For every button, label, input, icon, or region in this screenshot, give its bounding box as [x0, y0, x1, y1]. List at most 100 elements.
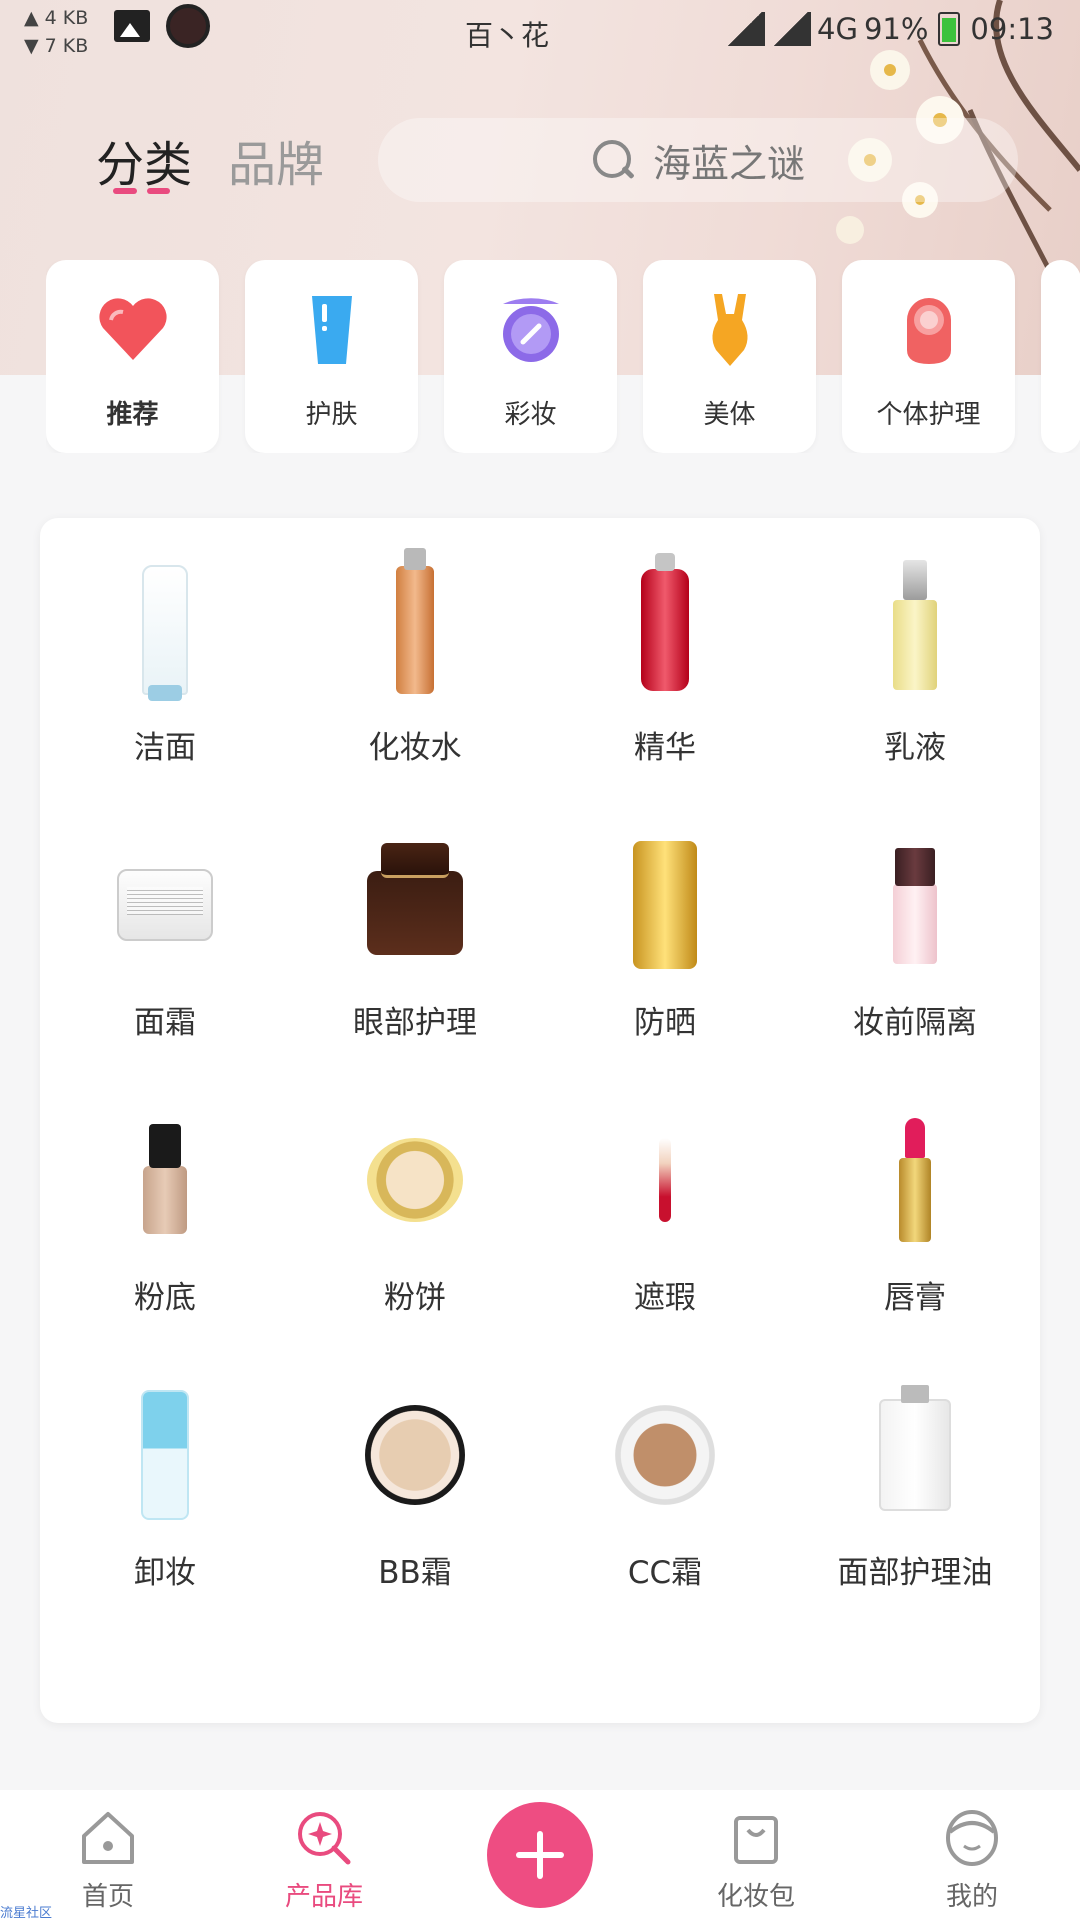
clock: 09:13: [970, 12, 1054, 46]
product-label: 唇膏: [884, 1280, 946, 1316]
watermark: 流星社区: [0, 1906, 53, 1920]
category-label: 彩妆: [504, 400, 557, 430]
category-recommend[interactable]: 推荐: [46, 260, 219, 453]
category-skincare[interactable]: 护肤: [245, 260, 418, 453]
product-grid: 洁面 化妆水 精华 乳液 面霜 眼部护理 防晒 妆前隔离 粉底 粉饼 遮瑕 唇膏…: [40, 518, 1040, 1648]
signal-icon: [725, 12, 766, 46]
product-cc-cream[interactable]: CC霜: [540, 1373, 790, 1648]
home-icon: [82, 1812, 134, 1864]
tube-icon: [292, 290, 372, 370]
product-label: 眼部护理: [353, 1005, 477, 1041]
battery-icon: [938, 12, 961, 46]
makeup-bag-icon: [734, 1816, 778, 1864]
product-library-icon: [298, 1812, 351, 1865]
product-image: [590, 1385, 740, 1525]
product-label: 遮瑕: [634, 1280, 696, 1316]
product-label: 粉底: [134, 1280, 196, 1316]
product-label: 防晒: [634, 1005, 696, 1041]
product-primer[interactable]: 妆前隔离: [790, 823, 1040, 1098]
product-image: [840, 1110, 990, 1250]
product-label: CC霜: [627, 1555, 703, 1591]
product-facial-oil[interactable]: 面部护理油: [790, 1373, 1040, 1648]
profile-icon: [946, 1810, 998, 1866]
category-label: 护肤: [305, 400, 358, 430]
product-image: [340, 1385, 490, 1525]
product-makeup-remover[interactable]: 卸妆: [40, 1373, 290, 1648]
compact-icon: [491, 290, 571, 370]
tab-brand[interactable]: 品牌: [228, 125, 324, 195]
product-grid-card: 洁面 化妆水 精华 乳液 面霜 眼部护理 防晒 妆前隔离 粉底 粉饼 遮瑕 唇膏…: [40, 518, 1040, 1723]
category-personal-care[interactable]: 个体护理: [842, 260, 1015, 453]
category-row: 推荐 护肤 彩妆 美体 个体护理: [46, 260, 1080, 453]
product-image: [340, 548, 490, 700]
product-cleanser[interactable]: 洁面: [40, 548, 290, 823]
product-cream[interactable]: 面霜: [40, 823, 290, 1098]
status-bar: ▲ 4 KB ▼ 7 KB 百丶花 4G 91% 09:13: [0, 0, 1080, 64]
product-pressed-powder[interactable]: 粉饼: [290, 1098, 540, 1373]
product-label: 面霜: [134, 1005, 196, 1041]
product-image: [840, 560, 990, 700]
product-image: [90, 835, 240, 975]
app-notification-icon: [166, 4, 210, 48]
product-image: [590, 835, 740, 975]
status-title: 百丶花: [465, 19, 550, 52]
product-lotion[interactable]: 乳液: [790, 548, 1040, 823]
product-image: [90, 1385, 240, 1525]
tab-category[interactable]: 分类: [96, 125, 192, 195]
signal-icon-2: [771, 12, 812, 46]
product-label: 精华: [634, 730, 696, 766]
body-icon: [690, 290, 770, 370]
heart-icon: [93, 290, 173, 370]
search-icon: [591, 138, 635, 182]
product-image: [840, 835, 990, 975]
status-right: 4G 91% 09:13: [725, 12, 1054, 46]
product-label: 洁面: [134, 730, 196, 766]
product-image: [590, 553, 740, 700]
notification-icons: [114, 4, 210, 48]
product-label: 妆前隔离: [853, 1005, 977, 1041]
product-foundation[interactable]: 粉底: [40, 1098, 290, 1373]
product-image: [590, 1110, 740, 1250]
category-label: 推荐: [106, 400, 159, 430]
category-body[interactable]: 美体: [643, 260, 816, 453]
category-makeup[interactable]: 彩妆: [444, 260, 617, 453]
product-image: [840, 1385, 990, 1525]
add-button[interactable]: [487, 1802, 593, 1908]
product-eye-care[interactable]: 眼部护理: [290, 823, 540, 1098]
product-sunscreen[interactable]: 防晒: [540, 823, 790, 1098]
nav-label: 首页: [81, 1882, 134, 1912]
personal-care-icon: [889, 290, 969, 370]
search-placeholder: 海蓝之谜: [652, 141, 805, 186]
upload-speed: ▲ 4 KB: [24, 7, 89, 29]
download-speed: ▼ 7 KB: [24, 35, 89, 57]
nav-label: 我的: [945, 1882, 998, 1912]
product-lipstick[interactable]: 唇膏: [790, 1098, 1040, 1373]
network-speed: ▲ 4 KB ▼ 7 KB: [24, 4, 88, 60]
nav-home[interactable]: 首页: [0, 1790, 216, 1913]
product-label: 乳液: [884, 730, 946, 766]
active-tab-indicator: [113, 188, 170, 194]
nav-bag[interactable]: 化妆包: [648, 1790, 864, 1913]
nav-label: 产品库: [284, 1882, 363, 1912]
nav-library[interactable]: 产品库: [216, 1790, 432, 1913]
product-label: 面部护理油: [837, 1555, 993, 1591]
product-concealer[interactable]: 遮瑕: [540, 1098, 790, 1373]
product-bb-cream[interactable]: BB霜: [290, 1373, 540, 1648]
product-image: [90, 560, 240, 701]
product-serum[interactable]: 精华: [540, 548, 790, 823]
product-image: [340, 1110, 490, 1250]
product-image: [340, 835, 490, 975]
product-image: [90, 1110, 240, 1250]
product-label: 粉饼: [384, 1280, 446, 1316]
category-label: 个体护理: [876, 400, 981, 430]
product-label: BB霜: [378, 1555, 452, 1591]
search-bar[interactable]: 海蓝之谜: [378, 118, 1018, 202]
product-toner[interactable]: 化妆水: [290, 548, 540, 823]
category-more[interactable]: [1041, 260, 1080, 453]
category-label: 美体: [703, 400, 756, 430]
gallery-icon: [114, 10, 150, 42]
product-label: 卸妆: [134, 1555, 196, 1591]
nav-label: 化妆包: [716, 1882, 795, 1912]
battery-percent: 91%: [863, 12, 929, 46]
nav-mine[interactable]: 我的: [864, 1790, 1080, 1913]
